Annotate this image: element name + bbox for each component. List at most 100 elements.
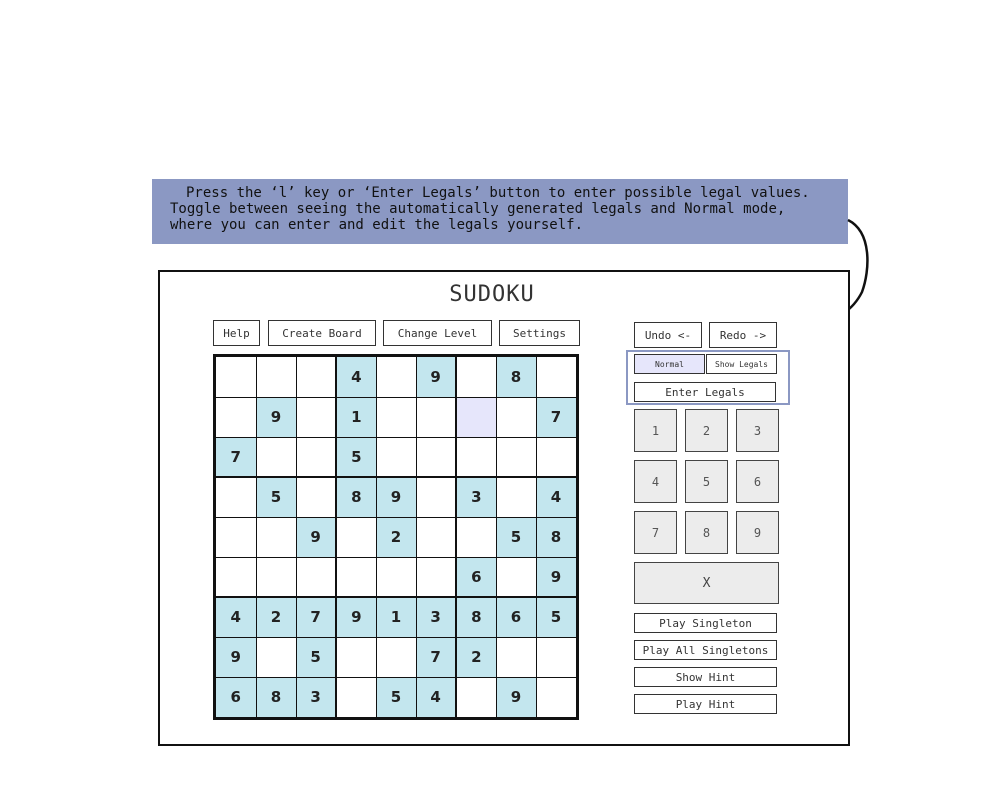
number-key[interactable]: 3	[736, 409, 779, 452]
board-cell[interactable]: 3	[296, 677, 335, 717]
board-cell[interactable]: 9	[296, 517, 335, 557]
board-cell[interactable]	[376, 637, 416, 677]
board-cell[interactable]	[216, 517, 256, 557]
board-cell[interactable]	[296, 397, 335, 437]
board-cell[interactable]	[376, 397, 416, 437]
board-cell[interactable]	[296, 437, 335, 476]
board-cell[interactable]: 8	[256, 677, 296, 717]
board-cell[interactable]: 9	[256, 397, 296, 437]
board-cell[interactable]: 2	[256, 598, 296, 637]
board-cell[interactable]: 9	[416, 357, 455, 397]
board-cell[interactable]	[496, 478, 536, 517]
board-cell[interactable]: 5	[536, 598, 576, 637]
undo-button[interactable]: Undo <-	[634, 322, 702, 348]
board-cell[interactable]: 4	[337, 357, 376, 397]
board-cell[interactable]: 6	[216, 677, 256, 717]
number-key[interactable]: 6	[736, 460, 779, 503]
board-cell[interactable]	[496, 397, 536, 437]
board-cell[interactable]	[337, 557, 376, 596]
board-cell[interactable]: 9	[376, 478, 416, 517]
board-cell[interactable]	[416, 517, 455, 557]
number-key[interactable]: 2	[685, 409, 728, 452]
number-key[interactable]: 4	[634, 460, 677, 503]
board-cell[interactable]	[416, 437, 455, 476]
board-cell[interactable]	[496, 437, 536, 476]
play-hint-button[interactable]: Play Hint	[634, 694, 777, 714]
board-cell[interactable]	[457, 517, 496, 557]
board-cell[interactable]: 1	[337, 397, 376, 437]
board-cell[interactable]: 6	[496, 598, 536, 637]
create-board-button[interactable]: Create Board	[268, 320, 376, 346]
board-cell[interactable]: 7	[296, 598, 335, 637]
board-cell[interactable]: 4	[536, 478, 576, 517]
board-cell[interactable]	[256, 637, 296, 677]
number-key[interactable]: 8	[685, 511, 728, 554]
board-cell[interactable]: 2	[376, 517, 416, 557]
board-cell[interactable]	[376, 557, 416, 596]
board-cell[interactable]	[296, 478, 335, 517]
board-cell[interactable]	[296, 357, 335, 397]
board-cell[interactable]: 9	[216, 637, 256, 677]
board-cell[interactable]	[256, 517, 296, 557]
board-cell[interactable]	[536, 637, 576, 677]
board-cell[interactable]	[376, 357, 416, 397]
board-cell[interactable]: 1	[376, 598, 416, 637]
normal-mode-button[interactable]: Normal	[634, 354, 705, 374]
clear-cell-button[interactable]: X	[634, 562, 779, 604]
board-cell[interactable]: 3	[416, 598, 455, 637]
board-cell[interactable]: 8	[496, 357, 536, 397]
show-legals-button[interactable]: Show Legals	[706, 354, 777, 374]
board-cell[interactable]	[256, 437, 296, 476]
board-cell[interactable]: 7	[536, 397, 576, 437]
board-cell[interactable]: 9	[536, 557, 576, 596]
help-button[interactable]: Help	[213, 320, 260, 346]
settings-button[interactable]: Settings	[499, 320, 580, 346]
board-cell[interactable]	[457, 677, 496, 717]
board-cell[interactable]	[416, 397, 455, 437]
board-cell[interactable]	[216, 557, 256, 596]
board-cell[interactable]	[536, 437, 576, 476]
board-cell[interactable]	[496, 637, 536, 677]
board-cell[interactable]	[216, 357, 256, 397]
board-cell[interactable]	[496, 557, 536, 596]
play-all-singletons-button[interactable]: Play All Singletons	[634, 640, 777, 660]
board-cell[interactable]: 7	[416, 637, 455, 677]
board-cell[interactable]: 9	[496, 677, 536, 717]
number-key[interactable]: 5	[685, 460, 728, 503]
board-cell[interactable]: 4	[216, 598, 256, 637]
number-key[interactable]: 9	[736, 511, 779, 554]
board-cell[interactable]	[337, 517, 376, 557]
board-cell[interactable]	[296, 557, 335, 596]
change-level-button[interactable]: Change Level	[383, 320, 492, 346]
board-cell[interactable]	[416, 478, 455, 517]
board-cell[interactable]: 8	[337, 478, 376, 517]
board-cell[interactable]: 5	[496, 517, 536, 557]
enter-legals-button[interactable]: Enter Legals	[634, 382, 776, 402]
board-cell[interactable]	[536, 357, 576, 397]
board-cell[interactable]: 5	[296, 637, 335, 677]
board-cell[interactable]	[457, 357, 496, 397]
redo-button[interactable]: Redo ->	[709, 322, 777, 348]
board-cell[interactable]: 7	[216, 437, 256, 476]
board-cell[interactable]	[416, 557, 455, 596]
board-cell[interactable]: 8	[457, 598, 496, 637]
board-cell[interactable]	[457, 437, 496, 476]
board-cell[interactable]: 4	[416, 677, 455, 717]
board-cell[interactable]: 8	[536, 517, 576, 557]
board-cell[interactable]	[337, 637, 376, 677]
board-cell[interactable]	[457, 397, 496, 437]
board-cell[interactable]	[256, 557, 296, 596]
number-key[interactable]: 7	[634, 511, 677, 554]
board-cell[interactable]	[256, 357, 296, 397]
show-hint-button[interactable]: Show Hint	[634, 667, 777, 687]
board-cell[interactable]	[216, 478, 256, 517]
board-cell[interactable]	[536, 677, 576, 717]
board-cell[interactable]: 3	[457, 478, 496, 517]
board-cell[interactable]	[376, 437, 416, 476]
number-key[interactable]: 1	[634, 409, 677, 452]
board-cell[interactable]: 5	[376, 677, 416, 717]
board-cell[interactable]: 6	[457, 557, 496, 596]
board-cell[interactable]: 2	[457, 637, 496, 677]
board-cell[interactable]: 9	[337, 598, 376, 637]
play-singleton-button[interactable]: Play Singleton	[634, 613, 777, 633]
